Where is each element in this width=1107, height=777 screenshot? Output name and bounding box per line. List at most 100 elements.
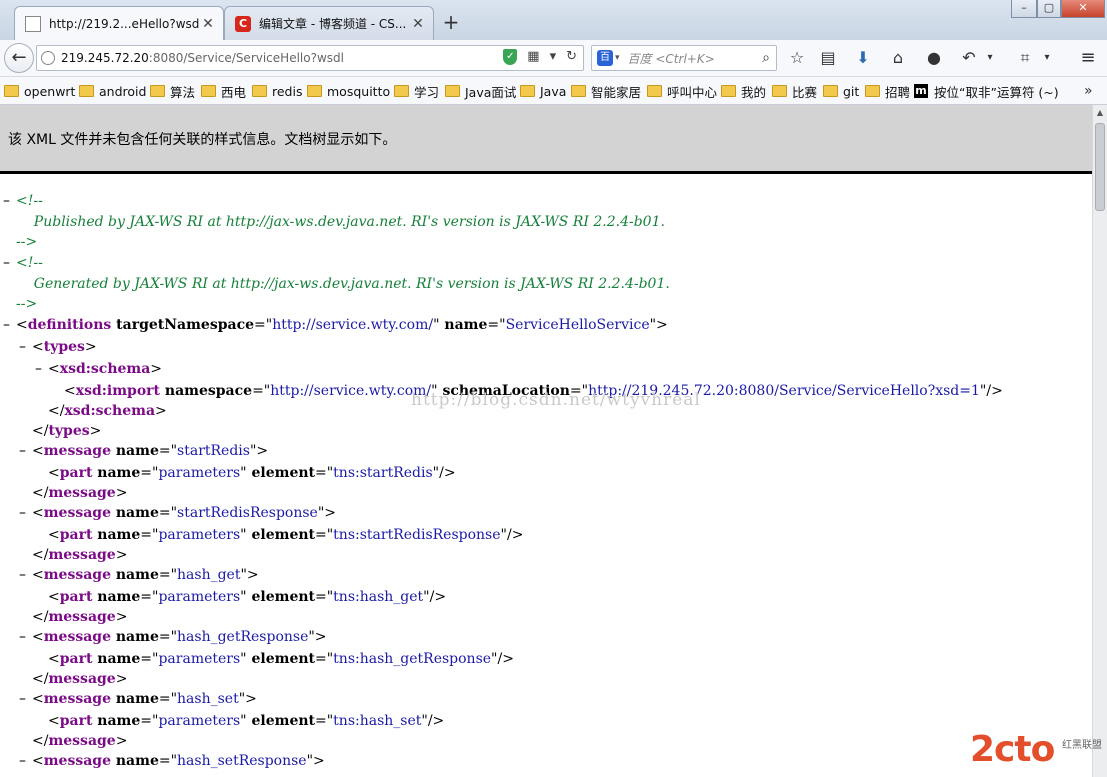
bookmark-redis[interactable]: redis — [252, 82, 302, 100]
collapse-toggle[interactable]: – — [35, 359, 42, 379]
collapse-toggle[interactable]: – — [19, 689, 26, 709]
bookmark-jobs[interactable]: 招聘 — [865, 82, 910, 100]
xml-token: < — [48, 651, 60, 667]
collapse-toggle[interactable]: – — [3, 253, 10, 273]
search-input[interactable]: <Ctrl+K> — [655, 52, 714, 66]
xml-token: message — [48, 547, 116, 563]
xml-token: name — [111, 567, 159, 583]
chat-icon[interactable]: ● — [923, 48, 945, 68]
collapse-toggle[interactable]: – — [3, 315, 10, 335]
xml-token: name — [111, 443, 159, 459]
xml-token: < — [32, 505, 44, 521]
close-icon[interactable]: ✕ — [409, 16, 427, 32]
collapse-toggle[interactable]: – — [19, 337, 26, 357]
collapse-toggle[interactable]: – — [19, 565, 26, 585]
crop-icon[interactable]: ⌗ — [1014, 48, 1036, 68]
bookmark-study[interactable]: 学习 — [394, 82, 439, 100]
bookmark-contest[interactable]: 比赛 — [772, 82, 817, 100]
bookmark-algorithms[interactable]: 算法 — [150, 82, 195, 100]
xml-token: < — [48, 361, 60, 377]
folder-icon — [307, 85, 322, 97]
folder-icon — [394, 85, 409, 97]
xml-token: hash_setResponse — [177, 753, 307, 769]
maximize-button[interactable]: ▢ — [1037, 0, 1061, 18]
close-window-button[interactable]: ✕ — [1061, 0, 1105, 18]
xml-token: </ — [32, 671, 49, 687]
xml-token: tns:startRedisResponse — [333, 527, 501, 543]
xml-token: < — [48, 589, 60, 605]
xml-token: name — [439, 317, 488, 333]
xml-token: > — [115, 671, 128, 687]
folder-icon — [823, 85, 838, 97]
xml-token: tns:hash_get — [333, 589, 424, 605]
bookmark-label: git — [843, 83, 860, 99]
home-icon[interactable]: ⌂ — [887, 48, 909, 68]
xml-token: "/> — [421, 713, 445, 729]
minimize-button[interactable]: – — [1011, 0, 1037, 18]
bookmark-smart-home[interactable]: 智能家居 — [571, 82, 641, 100]
qr-code-icon[interactable]: ▦ — [527, 49, 539, 65]
bookmark-java[interactable]: Java — [520, 82, 566, 100]
undo-icon[interactable]: ↶ — [958, 48, 980, 68]
xml-token: < — [48, 527, 60, 543]
collapse-toggle[interactable]: – — [19, 441, 26, 461]
xml-line: --> — [16, 232, 37, 252]
tab-csdn-edit[interactable]: C 编辑文章 - 博客频道 - CS... ✕ — [224, 6, 434, 40]
collapse-toggle[interactable]: – — [19, 503, 26, 523]
bookmark-git[interactable]: git — [823, 82, 859, 100]
reload-icon[interactable]: ↻ — [566, 49, 577, 65]
vertical-scrollbar[interactable]: ▲ — [1092, 105, 1107, 777]
collapse-toggle[interactable]: – — [19, 627, 26, 647]
scroll-thumb[interactable] — [1095, 123, 1105, 211]
download-icon[interactable]: ⬇ — [852, 48, 874, 68]
scroll-up-arrow-icon[interactable]: ▲ — [1093, 105, 1107, 120]
collapse-toggle[interactable]: – — [19, 751, 26, 771]
bookmark-openwrt[interactable]: openwrt — [4, 82, 75, 100]
shield-icon[interactable]: ✓ — [503, 49, 518, 65]
bookmark-java-interview[interactable]: Java面试 — [445, 82, 516, 100]
xml-token: =" — [158, 753, 178, 769]
chevron-down-icon[interactable]: ▾ — [1040, 48, 1054, 68]
bookmarks-overflow-chevron-icon[interactable]: » — [1084, 82, 1093, 100]
new-tab-button[interactable]: + — [440, 12, 462, 34]
watermark-text: http://blog.csdn.net/wtyvhreal — [411, 390, 701, 410]
xml-line: <part name="parameters" element="tns:has… — [48, 649, 514, 669]
xml-token: =" — [140, 713, 159, 729]
xml-token: name — [92, 589, 141, 605]
bookmark-mine[interactable]: 我的 — [721, 82, 766, 100]
xml-token: </ — [32, 733, 49, 749]
xml-token: message — [43, 753, 111, 769]
back-button[interactable]: ← — [4, 43, 34, 73]
url-host: 219.245.72.20 — [61, 51, 149, 65]
xml-token: tns:hash_set — [333, 713, 422, 729]
chevron-down-icon[interactable]: ▾ — [983, 48, 997, 68]
url-bar[interactable]: 219.245.72.20:8080/Service/ServiceHello?… — [36, 45, 584, 71]
site-watermark-logo: 2cto 红黑联盟 — [970, 730, 1106, 774]
menu-icon[interactable]: ≡ — [1077, 48, 1099, 68]
search-bar[interactable]: 百 ▾ 百度 <Ctrl+K> ⌕ — [591, 45, 777, 71]
xml-line: <xsd:schema> — [48, 359, 162, 379]
close-icon[interactable]: ✕ — [199, 16, 217, 32]
bookmark-star-icon[interactable]: ☆ — [786, 48, 808, 68]
xml-token: < — [48, 465, 60, 481]
xml-line: <message name="startRedisResponse"> — [32, 503, 336, 523]
xml-token: hash_get — [177, 567, 241, 583]
baidu-paw-icon[interactable]: 百 — [597, 50, 613, 66]
dropdown-arrow-icon[interactable]: ▾ — [550, 49, 557, 65]
bookmark-xidian[interactable]: 西电 — [201, 82, 246, 100]
collapse-toggle[interactable]: – — [3, 191, 10, 211]
reading-list-icon[interactable]: ▤ — [817, 48, 839, 68]
chevron-down-icon[interactable]: ▾ — [615, 53, 620, 63]
bookmark-call-center[interactable]: 呼叫中心 — [647, 82, 717, 100]
bookmark-bitwise-not[interactable]: m 按位“取非”运算符 (~) — [914, 82, 1059, 100]
bookmark-mosquitto[interactable]: mosquitto — [307, 82, 390, 100]
xml-token: =" — [140, 465, 159, 481]
bookmark-label: 我的 — [741, 84, 767, 100]
csdn-logo-icon: C — [235, 15, 251, 32]
xml-token: =" — [158, 443, 178, 459]
folder-icon — [150, 85, 165, 97]
xml-line: </message> — [32, 669, 127, 689]
search-icon[interactable]: ⌕ — [762, 50, 770, 66]
tab-wsdl[interactable]: http://219.2...eHello?wsdl ✕ — [14, 6, 224, 40]
bookmark-android[interactable]: android — [79, 82, 146, 100]
